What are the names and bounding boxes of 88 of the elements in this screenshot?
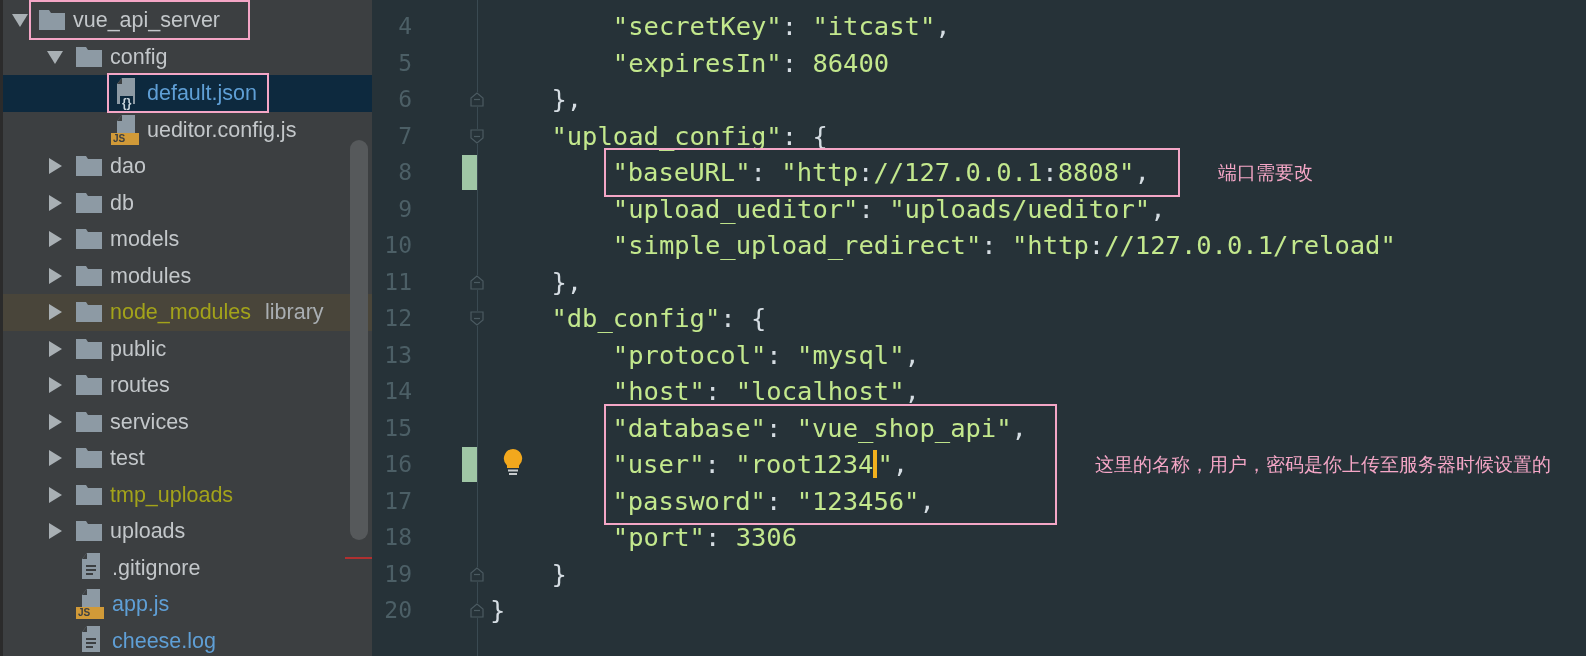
collapsed-arrow-icon[interactable]	[46, 157, 64, 176]
code-line: "simple_upload_redirect": "http://127.0.0.1/reload"	[611, 229, 1396, 262]
code-line: "secretKey": "itcast",	[611, 10, 951, 43]
collapsed-arrow-icon[interactable]	[46, 485, 64, 504]
code-line: "user": "root1234",	[612, 448, 910, 481]
code-line: "database": "vue_shop_api",	[612, 411, 1027, 445]
tree-item-label: default.json	[147, 80, 257, 108]
tree-item-label: cheese.log	[112, 627, 216, 655]
tree-item-label: config	[110, 43, 168, 71]
tree-item[interactable]: public	[3, 330, 372, 367]
fold-marker-icon[interactable]	[470, 603, 484, 618]
tree-item-label: node_modules	[110, 299, 252, 327]
tree-item-label: db	[110, 189, 134, 217]
code-line: "upload_ueditor": "uploads/ueditor",	[611, 192, 1167, 226]
tree-item-label: app.js	[112, 591, 170, 619]
tree-item[interactable]: {} default.json	[3, 75, 372, 112]
code-line: }	[490, 594, 507, 627]
tree-item[interactable]: cheese.log	[3, 622, 372, 656]
folder-icon	[39, 10, 65, 31]
folder-icon	[76, 229, 102, 250]
fold-marker-icon[interactable]	[470, 274, 484, 290]
fold-marker-icon[interactable]	[470, 566, 484, 582]
collapsed-arrow-icon[interactable]	[46, 339, 64, 358]
collapsed-arrow-icon[interactable]	[46, 412, 64, 431]
tree-item[interactable]: tmp_uploads	[3, 476, 372, 513]
code-line: },	[550, 83, 584, 116]
code-line: "port": 3306	[611, 521, 798, 554]
code-line: "db_config": {	[550, 302, 768, 335]
code-line: "password": "123456",	[612, 484, 936, 518]
tree-item[interactable]: modules	[3, 257, 372, 294]
tree-item-label: modules	[110, 262, 192, 290]
tree-item-label: ueditor.config.js	[147, 116, 297, 144]
folder-icon	[76, 521, 102, 542]
collapsed-arrow-icon[interactable]	[46, 376, 64, 395]
tree-item-label: public	[110, 335, 167, 363]
annotation-note: 端口需要改	[1217, 160, 1313, 185]
lightbulb-icon[interactable]	[502, 448, 524, 476]
tree-item-label: tmp_uploads	[110, 481, 234, 509]
folder-icon	[76, 338, 102, 359]
annotation-note: 这里的名称，用户，密码是你上传至服务器时候设置的	[1094, 452, 1551, 477]
code-line: },	[550, 265, 584, 299]
tree-item[interactable]: JS app.js	[3, 586, 372, 623]
tree-item-label: models	[110, 226, 180, 254]
fold-marker-icon[interactable]	[470, 128, 484, 144]
folder-icon	[76, 265, 102, 286]
tree-item[interactable]: db	[3, 184, 372, 221]
tree-item-label: test	[110, 445, 145, 473]
folder-icon	[76, 484, 102, 505]
tree-item-label: services	[110, 408, 189, 436]
collapsed-arrow-icon[interactable]	[46, 193, 64, 212]
collapsed-arrow-icon[interactable]	[46, 303, 64, 322]
code-line: "host": "localhost",	[611, 375, 921, 408]
tree-item[interactable]: uploads	[3, 513, 372, 550]
tree-item[interactable]: vue_api_server	[3, 2, 372, 39]
collapsed-arrow-icon[interactable]	[46, 230, 64, 249]
tree-item[interactable]: models	[3, 221, 372, 258]
tree-item[interactable]: services	[3, 403, 372, 440]
folder-icon	[76, 302, 102, 323]
folder-icon	[76, 192, 102, 213]
tree-item-label: uploads	[110, 518, 186, 546]
tree-item[interactable]: config	[3, 38, 372, 75]
tree-item[interactable]: .gitignore	[3, 549, 372, 586]
folder-icon	[76, 448, 102, 469]
library-tag: library	[265, 296, 324, 329]
folder-icon	[76, 156, 102, 177]
folder-icon	[76, 46, 102, 67]
tree-item-label: .gitignore	[112, 554, 201, 582]
folder-icon	[76, 411, 102, 432]
error-stripe-marker	[345, 557, 372, 559]
tree-item[interactable]: JS ueditor.config.js	[3, 111, 372, 148]
tree-item[interactable]: node_modules library	[3, 294, 372, 331]
code-line: "baseURL": "http://127.0.0.1:8808",	[612, 156, 1150, 189]
code-line: "expiresIn": 86400	[611, 46, 891, 80]
tree-item-label: dao	[110, 153, 146, 181]
fold-marker-icon[interactable]	[470, 92, 484, 107]
code-line: "protocol": "mysql",	[611, 338, 921, 372]
collapsed-arrow-icon[interactable]	[46, 449, 64, 468]
fold-marker-icon[interactable]	[470, 311, 484, 326]
folder-icon	[76, 375, 102, 396]
collapsed-arrow-icon[interactable]	[46, 522, 64, 541]
tree-item-label: vue_api_server	[73, 7, 220, 35]
tree-item-label: routes	[110, 372, 170, 400]
tree-item[interactable]: test	[3, 440, 372, 477]
scrollbar[interactable]	[350, 140, 368, 540]
collapsed-arrow-icon[interactable]	[46, 266, 64, 285]
tree-item[interactable]: routes	[3, 367, 372, 404]
code-line: }	[550, 557, 568, 591]
tree-item[interactable]: dao	[3, 148, 372, 185]
